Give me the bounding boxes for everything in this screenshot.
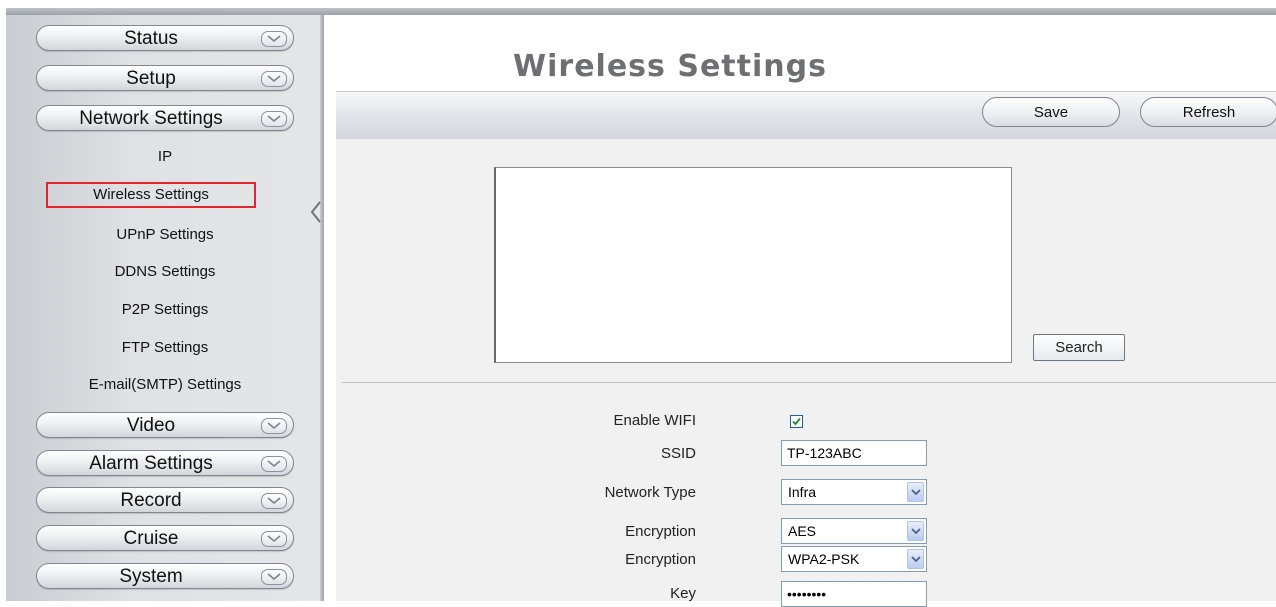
menu-network-settings[interactable]: Network Settings xyxy=(36,105,294,131)
active-pointer-icon xyxy=(311,201,321,223)
submenu-ftp-settings[interactable]: FTP Settings xyxy=(36,335,294,361)
search-button[interactable]: Search xyxy=(1033,334,1125,361)
menu-status-label: Status xyxy=(124,28,178,49)
chevron-down-icon xyxy=(261,111,287,127)
sidebar-edge xyxy=(320,15,324,601)
page-title: Wireless Settings xyxy=(513,49,827,84)
wifi-network-list[interactable] xyxy=(494,167,1012,363)
menu-network-settings-label: Network Settings xyxy=(79,108,223,129)
enable-wifi-checkbox[interactable] xyxy=(790,415,803,428)
menu-setup[interactable]: Setup xyxy=(36,65,294,91)
menu-record-label: Record xyxy=(120,490,182,511)
dropdown-arrow-icon xyxy=(907,521,924,541)
network-type-value: Infra xyxy=(788,484,817,500)
divider xyxy=(342,382,1276,383)
network-type-label: Network Type xyxy=(604,484,696,501)
top-border xyxy=(6,8,1276,15)
ssid-label: SSID xyxy=(660,445,696,462)
menu-status[interactable]: Status xyxy=(36,25,294,51)
enable-wifi-label: Enable WIFI xyxy=(613,412,696,429)
menu-cruise[interactable]: Cruise xyxy=(36,525,294,551)
chevron-down-icon xyxy=(261,493,287,509)
submenu-ddns-settings[interactable]: DDNS Settings xyxy=(36,259,294,285)
content-area: Search Enable WIFI SSID TP-123ABC Networ… xyxy=(336,139,1276,607)
menu-system-label: System xyxy=(119,566,183,587)
ssid-input[interactable]: TP-123ABC xyxy=(781,440,927,466)
chevron-down-icon xyxy=(261,531,287,547)
encryption-mode-label: Encryption xyxy=(625,551,696,568)
menu-video[interactable]: Video xyxy=(36,412,294,438)
encryption-mode-select[interactable]: WPA2-PSK xyxy=(781,546,927,572)
chevron-down-icon xyxy=(261,418,287,434)
menu-alarm-settings[interactable]: Alarm Settings xyxy=(36,450,294,476)
network-type-select[interactable]: Infra xyxy=(781,479,927,505)
menu-system[interactable]: System xyxy=(36,563,294,589)
encryption-select[interactable]: AES xyxy=(781,518,927,544)
sidebar: Status Setup Network Settings IP Wireles… xyxy=(6,15,324,601)
encryption-mode-value: WPA2-PSK xyxy=(788,551,860,567)
key-input[interactable]: •••••••• xyxy=(781,581,927,607)
menu-record[interactable]: Record xyxy=(36,487,294,513)
key-label: Key xyxy=(670,585,696,602)
encryption-value: AES xyxy=(788,523,817,539)
menu-setup-label: Setup xyxy=(126,68,176,89)
chevron-down-icon xyxy=(261,456,287,472)
main-panel: Wireless Settings Save Refresh Search En… xyxy=(330,15,1276,607)
checkmark-icon xyxy=(792,417,801,426)
submenu-upnp-settings[interactable]: UPnP Settings xyxy=(36,222,294,248)
submenu-p2p-settings[interactable]: P2P Settings xyxy=(36,297,294,323)
save-button[interactable]: Save xyxy=(982,97,1120,127)
submenu-email-smtp-settings[interactable]: E-mail(SMTP) Settings xyxy=(36,372,294,398)
menu-alarm-settings-label: Alarm Settings xyxy=(89,453,213,474)
refresh-button[interactable]: Refresh xyxy=(1140,97,1276,127)
dropdown-arrow-icon xyxy=(907,549,924,569)
toolbar: Save Refresh xyxy=(336,91,1276,140)
dropdown-arrow-icon xyxy=(907,482,924,502)
menu-video-label: Video xyxy=(126,415,176,436)
chevron-down-icon xyxy=(261,569,287,585)
submenu-ip[interactable]: IP xyxy=(36,144,294,170)
encryption-label: Encryption xyxy=(625,523,696,540)
chevron-down-icon xyxy=(261,71,287,87)
submenu-wireless-settings[interactable]: Wireless Settings xyxy=(46,182,256,208)
menu-cruise-label: Cruise xyxy=(123,528,179,549)
chevron-down-icon xyxy=(261,31,287,47)
